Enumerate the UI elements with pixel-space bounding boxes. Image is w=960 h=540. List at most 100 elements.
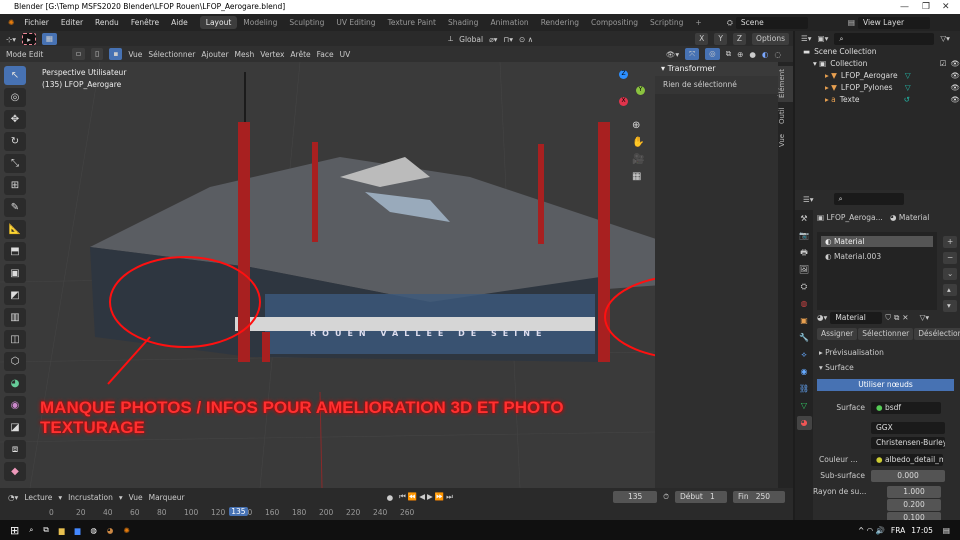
data-tab-icon[interactable]: ▽: [797, 399, 812, 413]
mirror-z-toggle[interactable]: Z: [732, 33, 747, 45]
move-up-icon[interactable]: ▴: [943, 284, 958, 296]
menu-selectionner[interactable]: Sélectionner: [148, 50, 195, 59]
poly-build-tool-icon[interactable]: ⬡: [4, 352, 26, 371]
navigation-gizmo[interactable]: Z Y X: [600, 68, 650, 118]
shading-rendered-icon[interactable]: ◌: [774, 50, 781, 59]
select-button[interactable]: Sélectionner: [858, 328, 914, 340]
overlay-toggle-icon[interactable]: ◎: [705, 48, 720, 60]
output-tab-icon[interactable]: 🖶: [797, 246, 812, 260]
options-dropdown[interactable]: Options: [752, 33, 789, 45]
physics-tab-icon[interactable]: ◉: [797, 365, 812, 379]
constraints-tab-icon[interactable]: ⛓: [797, 382, 812, 396]
expand-icon[interactable]: ▾ ▣: [813, 58, 826, 70]
filter-icon[interactable]: ▽▾: [940, 34, 950, 43]
scene-collection-row[interactable]: ▬ Scene Collection: [803, 46, 960, 58]
extrude-tool-icon[interactable]: ⬒: [4, 242, 26, 261]
inset-tool-icon[interactable]: ▣: [4, 264, 26, 283]
camera-icon[interactable]: 🎥: [632, 154, 644, 165]
world-tab-icon[interactable]: ◍: [797, 297, 812, 311]
rotate-tool-icon[interactable]: ↻: [4, 132, 26, 151]
assign-button[interactable]: Assigner: [817, 328, 858, 340]
mirror-y-toggle[interactable]: Y: [714, 33, 727, 45]
tab-sculpting[interactable]: Sculpting: [283, 16, 330, 29]
eye-icon[interactable]: 👁: [950, 70, 960, 82]
notifications-icon[interactable]: ▤: [943, 526, 950, 535]
tool-tab-icon[interactable]: ⚒: [797, 212, 812, 226]
select-mode-new-icon[interactable]: ▦: [41, 33, 57, 45]
smooth-tool-icon[interactable]: ◉: [4, 396, 26, 415]
xray-icon[interactable]: ⧉: [726, 49, 731, 59]
material-tab-icon[interactable]: ◕: [796, 416, 812, 430]
move-tool-icon[interactable]: ✥: [4, 110, 26, 129]
material-slot[interactable]: ◐ Material.003: [821, 251, 933, 262]
scale-tool-icon[interactable]: ⤡: [4, 154, 26, 173]
menu-rendu[interactable]: Rendu: [89, 18, 125, 27]
outliner-item[interactable]: ▸ a Texte ↺ 👁: [803, 94, 960, 106]
move-down-icon[interactable]: ▾: [943, 300, 958, 312]
add-workspace-button[interactable]: +: [689, 16, 707, 29]
edge-select-icon[interactable]: ▯: [91, 48, 104, 60]
windows-start-icon[interactable]: ⊞: [10, 524, 19, 537]
menu-fichier[interactable]: Fichier: [18, 18, 55, 27]
tab-texture-paint[interactable]: Texture Paint: [382, 16, 442, 29]
menu-face[interactable]: Face: [317, 50, 334, 59]
preview-section-header[interactable]: ▸ Prévisualisation: [819, 347, 954, 359]
tab-uv-editing[interactable]: UV Editing: [330, 16, 381, 29]
material-browse-icon[interactable]: ◕▾: [817, 312, 827, 324]
shear-tool-icon[interactable]: ◆: [4, 462, 26, 481]
tab-element[interactable]: Élément: [778, 66, 793, 102]
timeline-editor-icon[interactable]: ◔▾: [8, 493, 18, 502]
menu-mesh[interactable]: Mesh: [235, 50, 255, 59]
tab-layout[interactable]: Layout: [199, 16, 238, 29]
eye-icon[interactable]: 👁: [950, 94, 960, 106]
shading-solid-icon[interactable]: ●: [749, 50, 756, 59]
tab-compositing[interactable]: Compositing: [585, 16, 644, 29]
loop-cut-tool-icon[interactable]: ▥: [4, 308, 26, 327]
stopwatch-icon[interactable]: ⏱: [663, 492, 669, 502]
mirror-x-toggle[interactable]: X: [695, 33, 709, 45]
slot-menu-icon[interactable]: ⌄: [943, 268, 958, 280]
surface-section-header[interactable]: ▾ Surface: [819, 362, 954, 374]
minimize-button[interactable]: —: [900, 0, 909, 14]
pivot-icon[interactable]: ⌀▾: [489, 35, 497, 44]
tab-shading[interactable]: Shading: [442, 16, 484, 29]
tab-vue[interactable]: Vue: [778, 130, 793, 150]
app-icon[interactable]: ◕: [107, 526, 114, 535]
zoom-icon[interactable]: ⊕: [632, 120, 644, 131]
tab-rendering[interactable]: Rendering: [535, 16, 585, 29]
grid-perspective-icon[interactable]: ▦: [632, 171, 644, 182]
task-view-icon[interactable]: ⧉: [43, 525, 48, 535]
fake-user-icon[interactable]: ⛉: [885, 312, 891, 324]
menu-editer[interactable]: Editer: [55, 18, 89, 27]
add-slot-button[interactable]: +: [943, 236, 958, 248]
gizmo-toggle-icon[interactable]: ⤧: [685, 48, 700, 60]
menu-vue[interactable]: Vue: [128, 50, 142, 59]
radius-y-field[interactable]: 0.200: [887, 499, 941, 511]
radius-x-field[interactable]: 1.000: [887, 486, 941, 498]
tray-icons[interactable]: ^ ◠ 🔊: [858, 526, 885, 535]
snap-icon[interactable]: ⊓▾: [503, 35, 513, 44]
subsurface-method-dropdown[interactable]: Christensen-Burley: [871, 437, 945, 449]
edge-slide-tool-icon[interactable]: ◪: [4, 418, 26, 437]
tab-animation[interactable]: Animation: [484, 16, 534, 29]
blender-taskbar-icon[interactable]: ✺: [123, 526, 129, 535]
remove-slot-button[interactable]: −: [943, 252, 958, 264]
record-icon[interactable]: ●: [387, 493, 394, 502]
view-layer-selector[interactable]: View Layer: [858, 16, 930, 29]
gizmo-y[interactable]: Y: [636, 86, 645, 95]
editor-type-icon[interactable]: ☰▾: [803, 195, 814, 204]
material-name-field[interactable]: Material: [830, 312, 883, 324]
menu-marqueur[interactable]: Marqueur: [149, 493, 185, 502]
scene-tab-icon[interactable]: ⛭: [797, 280, 812, 294]
gizmo-z[interactable]: Z: [619, 70, 628, 79]
view-layer-tab-icon[interactable]: 🖼: [797, 263, 812, 277]
tab-outil[interactable]: Outil: [778, 104, 793, 128]
collection-row[interactable]: ▾ ▣ Collection ☑ 👁: [803, 58, 960, 70]
menu-arete[interactable]: Arête: [290, 50, 310, 59]
orientation-dropdown[interactable]: Global: [459, 35, 483, 44]
checkbox-icon[interactable]: ☑: [940, 58, 947, 70]
properties-search-input[interactable]: ⌕: [833, 193, 904, 205]
filter-view-icon[interactable]: ▣▾: [818, 34, 829, 43]
unlink-icon[interactable]: ✕: [902, 312, 908, 324]
pan-hand-icon[interactable]: ✋: [632, 137, 644, 148]
